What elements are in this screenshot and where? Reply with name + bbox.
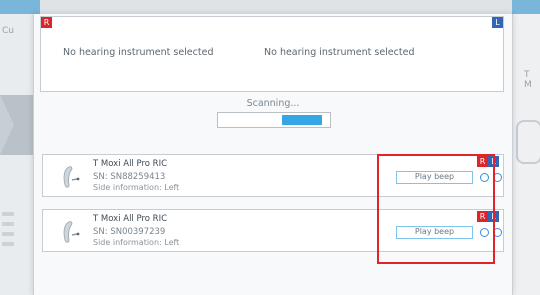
right-ear-badge: R bbox=[41, 17, 52, 28]
background-right-label: T M bbox=[524, 70, 532, 90]
scanning-label: Scanning... bbox=[246, 98, 300, 109]
left-ear-badge: L bbox=[488, 211, 499, 222]
background-left-label: Cu bbox=[2, 26, 14, 36]
right-ear-badge: R bbox=[477, 211, 488, 222]
left-ear-badge: L bbox=[488, 156, 499, 167]
device-serial: SN: SN88259413 bbox=[93, 172, 166, 182]
scan-progress-bar bbox=[217, 112, 331, 128]
device-side-info: Side information: Left bbox=[93, 183, 180, 192]
assign-right-radio[interactable] bbox=[480, 228, 489, 237]
scan-progress-fill bbox=[281, 115, 323, 125]
hearing-aid-icon bbox=[63, 166, 80, 188]
background-lines bbox=[2, 212, 32, 252]
device-serial: SN: SN00397239 bbox=[93, 227, 166, 237]
right-ear-badge: R bbox=[477, 156, 488, 167]
selected-instruments-panel: R L No hearing instrument selected No he… bbox=[40, 16, 504, 92]
right-instrument-status: No hearing instrument selected bbox=[63, 47, 214, 58]
assign-left-radio[interactable] bbox=[493, 228, 502, 237]
device-name: T Moxi All Pro RIC bbox=[93, 159, 168, 169]
left-instrument-status: No hearing instrument selected bbox=[264, 47, 415, 58]
assign-right-radio[interactable] bbox=[480, 173, 489, 182]
background-titlebar bbox=[0, 0, 40, 14]
background-app-right: T M bbox=[512, 0, 540, 295]
device-row[interactable]: T Moxi All Pro RIC SN: SN00397239 Side i… bbox=[42, 209, 504, 252]
device-row[interactable]: T Moxi All Pro RIC SN: SN88259413 Side i… bbox=[42, 154, 504, 197]
background-device-shape bbox=[516, 120, 540, 164]
background-titlebar-right bbox=[512, 0, 540, 14]
device-selection-dialog: R L No hearing instrument selected No he… bbox=[33, 14, 513, 295]
play-beep-button[interactable]: Play beep bbox=[396, 171, 473, 184]
device-side-info: Side information: Left bbox=[93, 238, 180, 247]
assign-left-radio[interactable] bbox=[493, 173, 502, 182]
background-arrow-shape bbox=[0, 95, 14, 155]
device-name: T Moxi All Pro RIC bbox=[93, 214, 168, 224]
left-ear-badge: L bbox=[492, 17, 503, 28]
hearing-aid-icon bbox=[63, 221, 80, 243]
play-beep-button[interactable]: Play beep bbox=[396, 226, 473, 239]
